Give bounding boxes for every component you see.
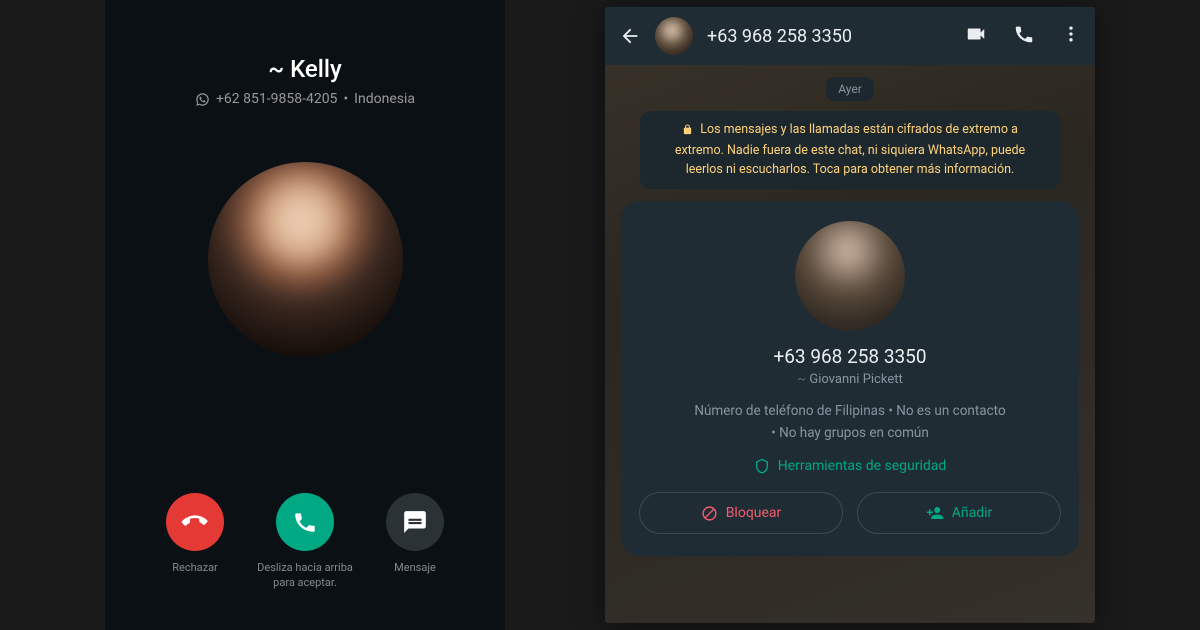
header-avatar[interactable] <box>655 17 693 55</box>
block-button[interactable]: Bloquear <box>639 492 843 534</box>
more-icon[interactable] <box>1061 24 1081 48</box>
chat-screen: +63 968 258 3350 Ayer Los mensajes y las… <box>605 7 1095 623</box>
contact-avatar[interactable] <box>795 221 905 331</box>
voice-call-icon[interactable] <box>1013 23 1035 49</box>
message-label: Mensaje <box>394 561 436 575</box>
back-button[interactable] <box>619 25 641 47</box>
encryption-notice[interactable]: Los mensajes y las llamadas están cifrad… <box>640 111 1060 189</box>
chat-header: +63 968 258 3350 <box>605 7 1095 65</box>
decline-button[interactable] <box>166 493 224 551</box>
card-actions: Bloquear Añadir <box>639 492 1061 534</box>
caller-name: ~ Kelly <box>268 55 342 83</box>
whatsapp-icon <box>195 92 210 107</box>
caller-info: +62 851-9858-4205 • Indonesia <box>195 91 415 107</box>
caller-phone: +62 851-9858-4205 <box>216 91 337 107</box>
call-action-row: Rechazar Desliza hacia arriba para acept… <box>105 493 505 590</box>
contact-phone: +63 968 258 3350 <box>773 345 926 368</box>
message-button[interactable] <box>386 493 444 551</box>
security-tools-link[interactable]: Herramientas de seguridad <box>754 458 947 474</box>
caller-country: Indonesia <box>354 91 415 107</box>
accept-label: Desliza hacia arriba para aceptar. <box>255 561 355 590</box>
encryption-text: Los mensajes y las llamadas están cifrad… <box>675 122 1025 177</box>
header-phone[interactable]: +63 968 258 3350 <box>707 26 951 47</box>
contact-info-card: +63 968 258 3350 Giovanni Pickett Número… <box>621 201 1079 556</box>
contact-meta: Número de teléfono de Filipinas • No es … <box>694 401 1005 444</box>
chat-body: Ayer Los mensajes y las llamadas están c… <box>605 65 1095 623</box>
lock-icon <box>682 123 693 142</box>
contact-name: Giovanni Pickett <box>797 372 902 387</box>
add-contact-button[interactable]: Añadir <box>857 492 1061 534</box>
caller-avatar <box>208 162 403 357</box>
decline-label: Rechazar <box>172 561 218 575</box>
incoming-call-screen: ~ Kelly +62 851-9858-4205 • Indonesia Re… <box>105 0 505 630</box>
date-separator: Ayer <box>826 77 874 101</box>
accept-button[interactable] <box>276 493 334 551</box>
video-call-icon[interactable] <box>965 23 987 49</box>
